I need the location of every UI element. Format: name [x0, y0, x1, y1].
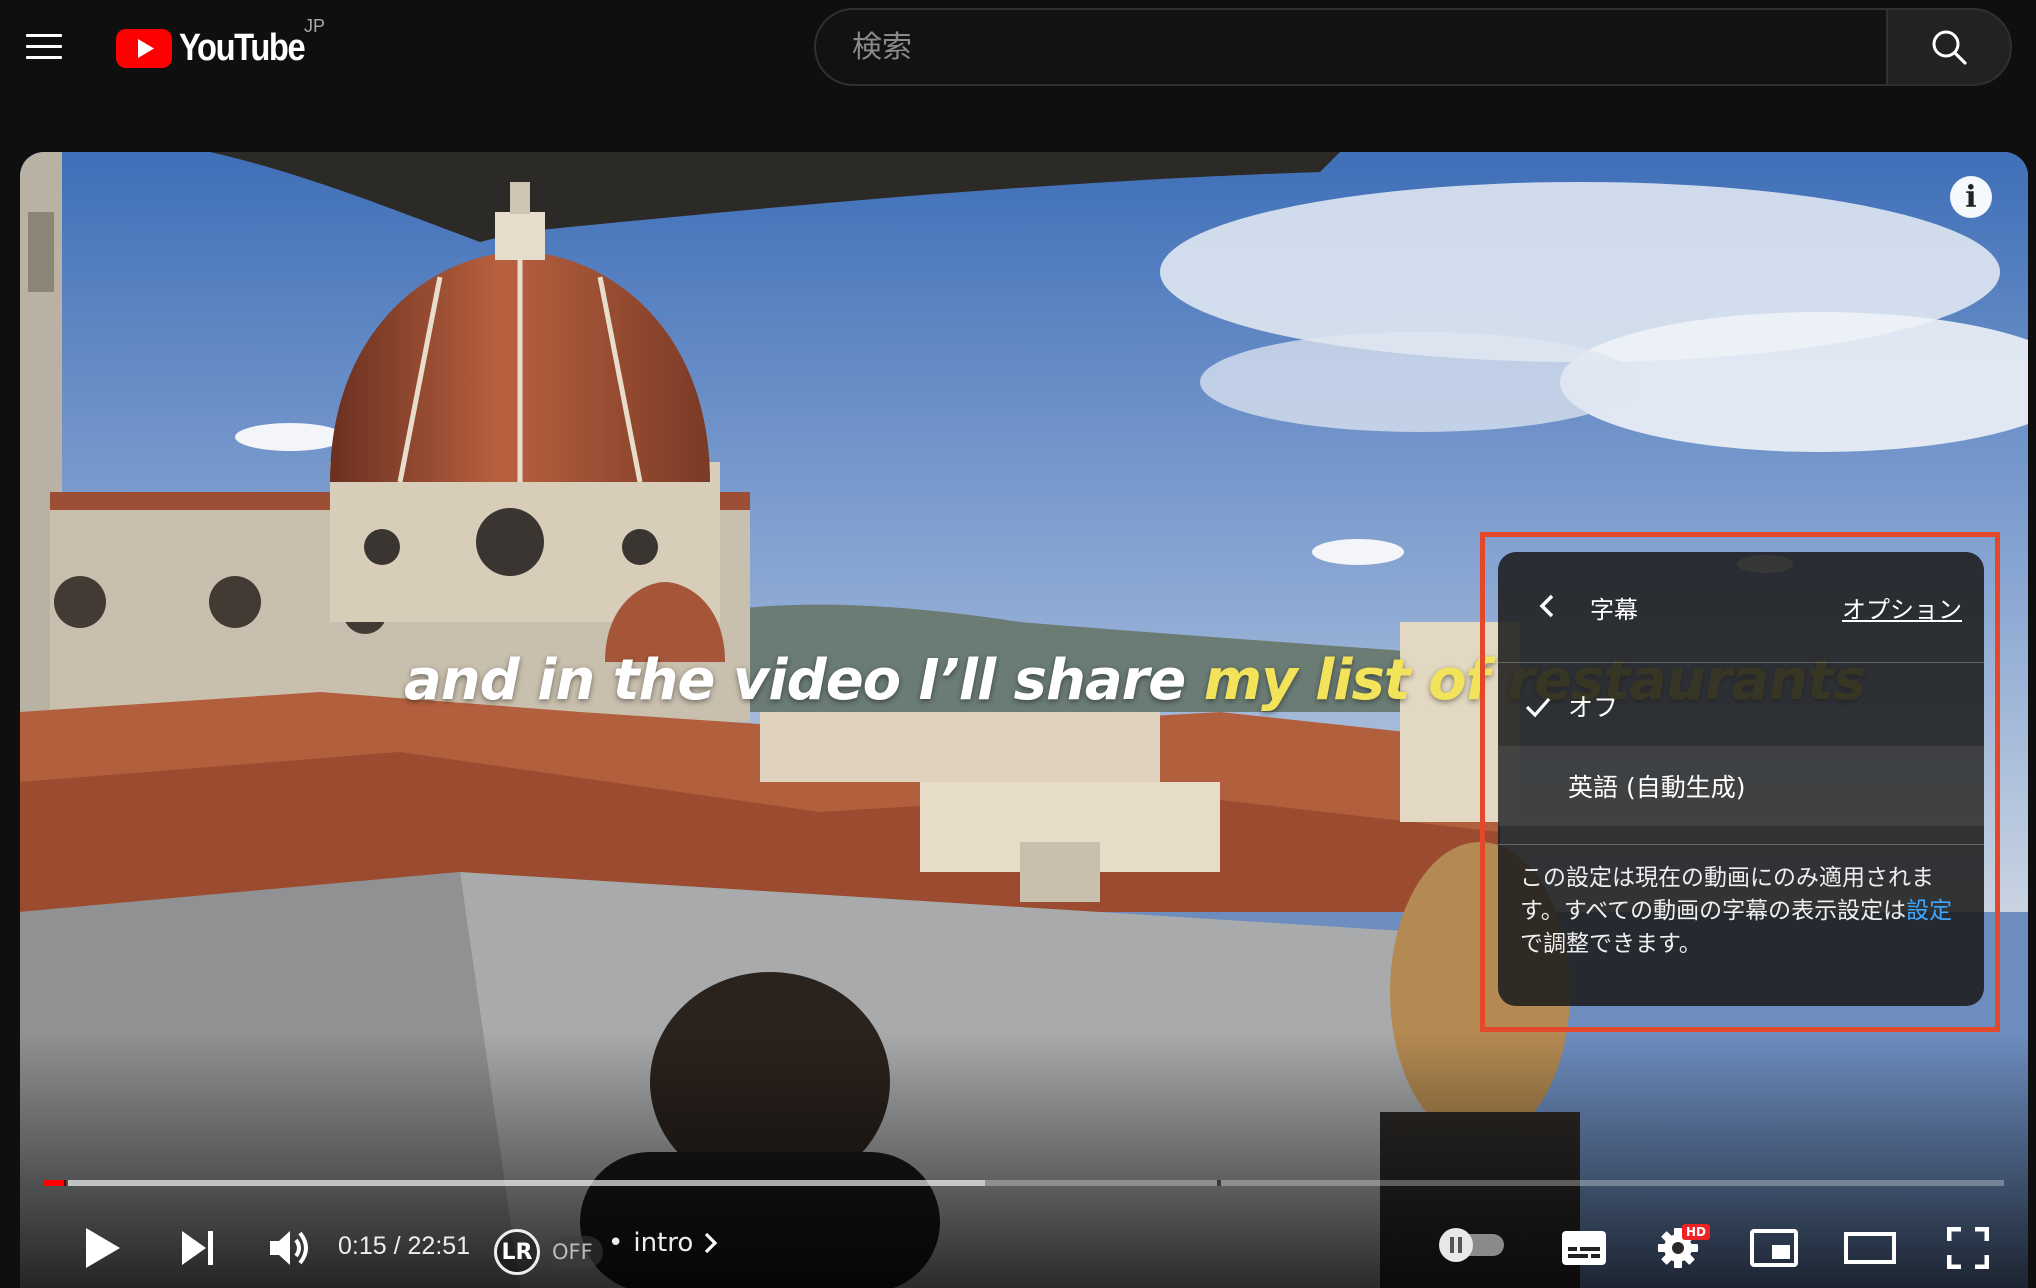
search-field[interactable] [814, 8, 1886, 86]
next-button[interactable] [162, 1212, 234, 1284]
chapter-title: intro [633, 1228, 694, 1258]
lr-toggle[interactable]: LR OFF [494, 1204, 603, 1288]
next-icon [182, 1231, 213, 1265]
chapter-dot: • [608, 1228, 624, 1258]
progress-bar[interactable] [44, 1180, 2004, 1186]
subtitles-button[interactable] [1546, 1212, 1622, 1284]
played-bar [44, 1180, 66, 1186]
subtitle-option-label: 英語 (自動生成) [1568, 773, 1746, 802]
fullscreen-button[interactable] [1930, 1212, 2006, 1284]
note-text-end: で調整できます。 [1520, 931, 1702, 957]
autoplay-toggle-icon[interactable] [1434, 1220, 1516, 1270]
search-button[interactable] [1886, 8, 2012, 86]
caption-text-white: and in the video I’ll share [404, 648, 1186, 713]
search-input[interactable] [850, 28, 1886, 66]
fullscreen-icon [1947, 1227, 1989, 1269]
menu-icon[interactable] [26, 34, 62, 60]
settings-button[interactable]: HD [1640, 1212, 1716, 1284]
note-text: この設定は現在の動画にのみ適用されます。すべての動画の字幕の表示設定は [1520, 865, 1934, 924]
youtube-logo-icon [116, 28, 172, 68]
region-label: JP [304, 16, 326, 36]
options-link[interactable]: オプション [1842, 590, 1962, 625]
chapter-button[interactable]: • intro [608, 1228, 719, 1258]
menu-header: 字幕 オプション [1498, 552, 1984, 663]
miniplayer-button[interactable] [1736, 1212, 1812, 1284]
lr-badge: LR [494, 1229, 540, 1275]
subtitle-settings-menu: 字幕 オプション オフ 英語 (自動生成) この設定は現在の動画にのみ適用されま… [1480, 532, 2000, 1032]
duration: 22:51 [407, 1232, 471, 1260]
menu-divider [1498, 844, 1984, 845]
theater-mode-icon [1844, 1232, 1896, 1264]
subtitles-icon [1562, 1231, 1606, 1265]
logo-text: YouTube [179, 26, 306, 69]
chevron-left-icon[interactable] [1528, 586, 1568, 626]
search-icon [1932, 30, 1967, 65]
time-separator: / [393, 1232, 401, 1260]
youtube-logo[interactable]: YouTube [116, 26, 325, 70]
volume-icon [270, 1231, 308, 1265]
menu-note: この設定は現在の動画にのみ適用されます。すべての動画の字幕の表示設定は設定 で調… [1520, 862, 1970, 961]
menu-title: 字幕 [1590, 596, 1638, 624]
play-button[interactable] [66, 1212, 138, 1284]
time-display: 0:15 / 22:51 [338, 1232, 470, 1261]
hd-badge: HD [1682, 1224, 1711, 1240]
current-time: 0:15 [338, 1232, 387, 1260]
subtitle-option-off[interactable]: オフ [1498, 666, 1984, 746]
chapter-marker [1217, 1180, 1221, 1186]
play-icon [86, 1228, 120, 1268]
subtitle-option-label: オフ [1568, 693, 1619, 722]
volume-button[interactable] [254, 1212, 326, 1284]
settings-link[interactable]: 設定 [1906, 898, 1952, 924]
buffered-bar [44, 1180, 985, 1186]
info-icon[interactable]: i [1950, 176, 1992, 218]
miniplayer-icon [1750, 1229, 1798, 1267]
check-icon [1525, 697, 1551, 718]
theater-mode-button[interactable] [1830, 1212, 1910, 1284]
lr-state: OFF [548, 1236, 603, 1268]
chevron-right-icon [705, 1232, 718, 1254]
chapter-marker [64, 1180, 68, 1186]
subtitle-option-english-auto[interactable]: 英語 (自動生成) [1498, 746, 1984, 826]
menu-panel: 字幕 オプション オフ 英語 (自動生成) この設定は現在の動画にのみ適用されま… [1498, 552, 1984, 1006]
